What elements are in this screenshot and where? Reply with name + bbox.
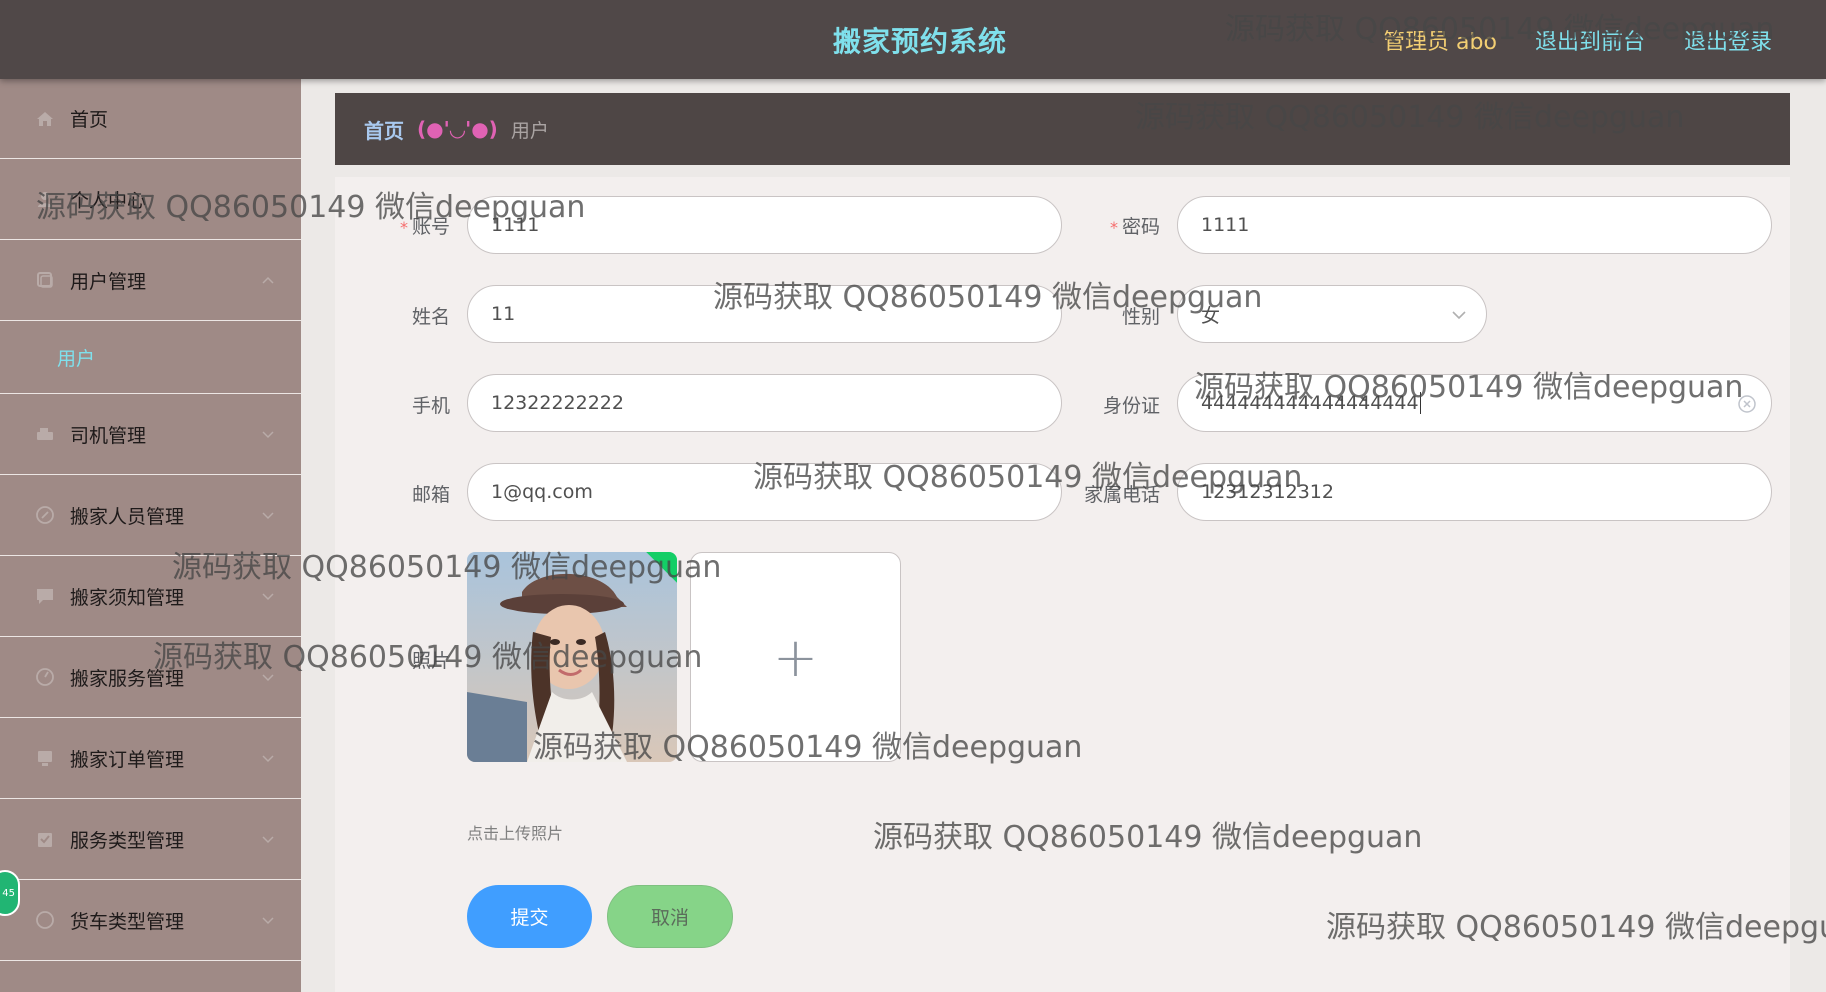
type-icon <box>35 829 55 849</box>
admin-name: 管理员 abo <box>1383 30 1497 55</box>
chevron-down-icon <box>262 512 274 520</box>
account-label: * 账号 <box>399 216 450 238</box>
order-icon <box>35 748 55 768</box>
sidebar-item-label: 司机管理 <box>70 424 147 447</box>
sidebar-item-notice-management[interactable]: 搬家须知管理 <box>0 556 301 637</box>
breadcrumb-current: 用户 <box>510 119 549 142</box>
name-label: 姓名 <box>411 306 450 328</box>
upload-tip: 点击上传照片 <box>467 824 564 843</box>
phone-label: 手机 <box>411 395 450 417</box>
email-input[interactable]: 1@qq.com <box>467 463 1062 521</box>
sidebar-item-user-management[interactable]: 用户管理 <box>0 240 301 321</box>
sidebar-item-label: 搬家服务管理 <box>70 667 185 690</box>
family-phone-input[interactable]: 12312312312 <box>1177 463 1772 521</box>
users-icon <box>35 270 55 290</box>
photo-thumbnail[interactable] <box>467 552 677 762</box>
staff-icon <box>35 505 55 525</box>
sidebar-item-label: 用户管理 <box>70 270 147 293</box>
exit-to-front-link[interactable]: 退出到前台 <box>1535 24 1645 56</box>
password-input[interactable]: 1111 <box>1177 196 1772 254</box>
floating-badge[interactable]: 45 <box>0 870 20 916</box>
breadcrumb-home[interactable]: 首页 <box>364 115 404 144</box>
sidebar-item-label: 货车类型管理 <box>70 910 185 933</box>
sidebar-item-service-management[interactable]: 搬家服务管理 <box>0 637 301 718</box>
upload-photo-button[interactable]: + <box>690 552 901 762</box>
id-card-label: 身份证 <box>1102 395 1160 417</box>
family-phone-label: 家属电话 <box>1083 484 1160 506</box>
chevron-down-icon <box>262 431 274 439</box>
sidebar-item-label: 搬家人员管理 <box>70 505 185 528</box>
notice-icon <box>35 586 55 606</box>
password-label: * 密码 <box>1109 216 1160 238</box>
sidebar: 首页 个人中心 用户管理 用户 司机管理 搬家人员管理 搬家须知管理 搬家服务管… <box>0 79 301 992</box>
text-caret <box>1419 392 1421 414</box>
phone-input[interactable]: 12322222222 <box>467 374 1062 432</box>
chevron-down-icon <box>262 593 274 601</box>
chevron-down-icon <box>262 836 274 844</box>
breadcrumb: 首页 (●'◡'●) 用户 <box>335 93 1790 165</box>
sidebar-item-truck-type-management[interactable]: 货车类型管理 <box>0 880 301 961</box>
sidebar-item-label: 个人中心 <box>70 189 147 212</box>
sidebar-subitem-users[interactable]: 用户 <box>0 321 301 394</box>
name-input[interactable]: 11 <box>467 285 1062 343</box>
driver-icon <box>35 424 55 444</box>
sidebar-item-staff-management[interactable]: 搬家人员管理 <box>0 475 301 556</box>
sidebar-item-service-type-management[interactable]: 服务类型管理 <box>0 799 301 880</box>
user-icon <box>35 189 55 209</box>
chevron-up-icon <box>262 276 274 284</box>
email-label: 邮箱 <box>411 484 450 506</box>
required-mark: * <box>1109 218 1118 237</box>
sidebar-item-label: 服务类型管理 <box>70 829 185 852</box>
photo-label: 照片 <box>411 650 450 672</box>
logout-link[interactable]: 退出登录 <box>1684 24 1772 56</box>
sidebar-item-driver-management[interactable]: 司机管理 <box>0 394 301 475</box>
breadcrumb-separator: (●'◡'●) <box>417 117 498 141</box>
sidebar-item-label: 首页 <box>70 109 109 131</box>
sidebar-item-profile[interactable]: 个人中心 <box>0 159 301 240</box>
chevron-down-icon <box>262 917 274 925</box>
sidebar-item-home[interactable]: 首页 <box>0 79 301 159</box>
sidebar-item-label: 搬家订单管理 <box>70 748 185 771</box>
id-card-input[interactable]: 444444444444444444 <box>1177 374 1772 432</box>
top-header: 搬家预约系统 管理员 abo 退出到前台 退出登录 <box>0 0 1826 79</box>
chevron-down-icon <box>1452 311 1466 320</box>
photo-image <box>467 552 677 762</box>
plus-icon: + <box>772 625 819 689</box>
required-mark: * <box>399 218 408 237</box>
clear-icon[interactable] <box>1737 394 1757 414</box>
service-icon <box>35 667 55 687</box>
gender-select[interactable]: 女 <box>1177 285 1487 343</box>
home-icon <box>35 109 55 129</box>
submit-button[interactable]: 提交 <box>467 885 592 948</box>
cancel-button[interactable]: 取消 <box>607 885 733 948</box>
sidebar-subitem-label: 用户 <box>57 347 96 370</box>
sidebar-item-label: 搬家须知管理 <box>70 586 185 609</box>
truck-icon <box>35 910 55 930</box>
chevron-down-icon <box>262 755 274 763</box>
gender-label: 性别 <box>1121 306 1160 328</box>
chevron-down-icon <box>262 674 274 682</box>
sidebar-item-order-management[interactable]: 搬家订单管理 <box>0 718 301 799</box>
account-input[interactable]: 1111 <box>467 196 1062 254</box>
